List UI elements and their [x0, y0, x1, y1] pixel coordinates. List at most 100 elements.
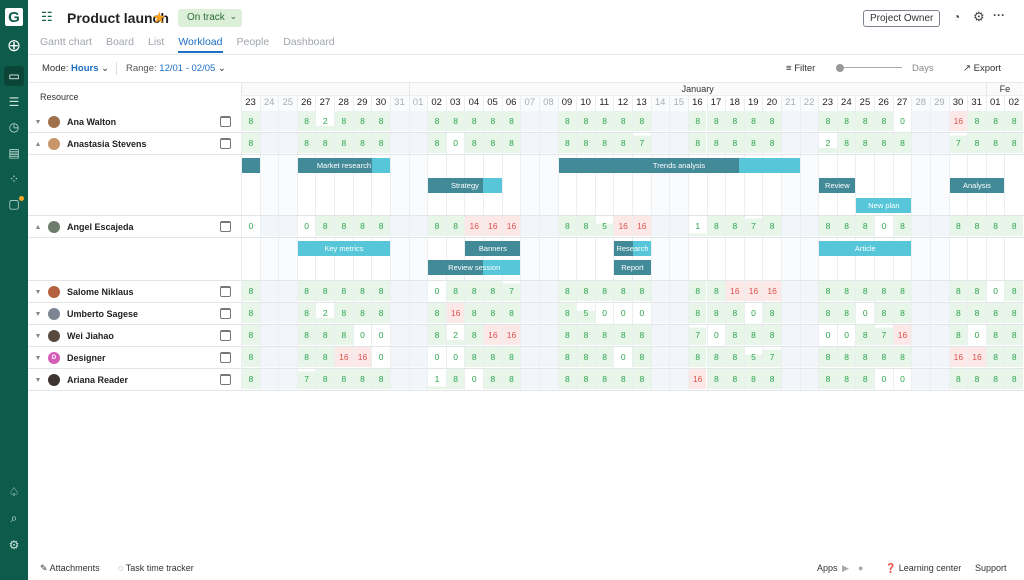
hours-cell[interactable]: 8 [707, 216, 726, 236]
hours-cell[interactable]: 8 [763, 303, 781, 323]
time-tracker-link[interactable]: ◌ Task time tracker [118, 563, 194, 573]
hours-cell[interactable]: 8 [353, 303, 372, 323]
expand-icon[interactable]: ▼ [28, 333, 48, 340]
tab-dashboard[interactable]: Dashboard [283, 36, 334, 53]
hours-cell[interactable]: 8 [949, 325, 968, 345]
hours-cell[interactable]: 8 [688, 303, 707, 323]
gear-icon[interactable]: ⚙ [973, 9, 985, 25]
hours-cell[interactable]: 8 [1005, 303, 1024, 323]
hours-cell[interactable]: 8 [242, 111, 260, 131]
hours-cell[interactable]: 7 [763, 347, 781, 367]
hours-cell[interactable]: 16 [763, 281, 781, 301]
history-icon[interactable]: ◔ [953, 10, 960, 24]
hours-cell[interactable]: 8 [893, 281, 912, 301]
task-bar[interactable]: Key metrics [297, 241, 390, 256]
hours-cell[interactable]: 8 [763, 216, 781, 236]
hours-cell[interactable]: 8 [297, 347, 316, 367]
calendar-icon[interactable] [220, 308, 231, 319]
hours-cell[interactable]: 8 [707, 111, 726, 131]
hours-cell[interactable]: 16 [688, 369, 707, 389]
hours-cell[interactable]: 2 [316, 303, 335, 323]
hours-cell[interactable]: 8 [856, 216, 875, 236]
tab-board[interactable]: Board [106, 36, 134, 53]
hours-cell[interactable]: 0 [428, 347, 446, 367]
hours-cell[interactable]: 8 [837, 111, 856, 131]
add-icon[interactable]: ⊕ [4, 36, 24, 56]
hours-cell[interactable]: 8 [372, 216, 390, 236]
expand-icon[interactable]: ▼ [28, 311, 48, 318]
hours-cell[interactable]: 8 [893, 303, 912, 323]
hours-cell[interactable]: 8 [465, 111, 484, 131]
collapse-icon[interactable]: ▲ [28, 141, 48, 148]
hours-cell[interactable]: 8 [242, 303, 260, 323]
hours-cell[interactable]: 8 [819, 369, 837, 389]
hours-cell[interactable]: 8 [707, 281, 726, 301]
export-button[interactable]: ↗ Export [963, 63, 1001, 74]
hours-cell[interactable]: 8 [242, 325, 260, 345]
hours-cell[interactable]: 8 [744, 369, 763, 389]
hours-cell[interactable]: 5 [577, 303, 595, 323]
hours-cell[interactable]: 16 [633, 216, 651, 236]
hours-cell[interactable]: 16 [744, 281, 763, 301]
hours-cell[interactable]: 8 [595, 369, 614, 389]
learning-center-link[interactable]: ❓ Learning center [885, 563, 961, 574]
tab-gantt-chart[interactable]: Gantt chart [40, 36, 92, 53]
hours-cell[interactable]: 8 [726, 303, 744, 323]
hours-cell[interactable]: 8 [949, 369, 968, 389]
hours-cell[interactable]: 16 [502, 325, 521, 345]
hours-cell[interactable]: 8 [968, 369, 986, 389]
hours-cell[interactable]: 8 [763, 369, 781, 389]
hours-cell[interactable]: 8 [819, 216, 837, 236]
hours-cell[interactable]: 8 [372, 111, 390, 131]
task-bar[interactable] [242, 158, 260, 173]
hours-cell[interactable]: 8 [372, 369, 390, 389]
hours-cell[interactable]: 8 [763, 133, 781, 153]
hours-cell[interactable]: 8 [875, 111, 893, 131]
hours-cell[interactable]: 0 [894, 369, 912, 389]
hours-cell[interactable]: 8 [484, 347, 502, 367]
hours-cell[interactable]: 8 [502, 369, 521, 389]
hours-cell[interactable]: 16 [502, 216, 521, 236]
hours-cell[interactable]: 8 [484, 281, 502, 301]
hours-cell[interactable]: 8 [297, 111, 316, 131]
hours-cell[interactable]: 8 [577, 216, 595, 236]
hours-cell[interactable]: 8 [688, 347, 707, 367]
mode-selector[interactable]: Mode: Hours ⌄ [42, 63, 109, 74]
hours-cell[interactable]: 8 [446, 281, 465, 301]
hours-cell[interactable]: 8 [837, 369, 856, 389]
hours-cell[interactable]: 8 [986, 325, 1005, 345]
hours-cell[interactable]: 8 [353, 369, 372, 389]
calendar-icon[interactable] [220, 138, 231, 149]
hours-cell[interactable]: 8 [446, 111, 465, 131]
hours-cell[interactable]: 0 [633, 303, 651, 323]
hours-cell[interactable]: 8 [316, 281, 335, 301]
hours-cell[interactable]: 8 [763, 325, 781, 345]
hours-cell[interactable]: 8 [316, 347, 335, 367]
hours-cell[interactable]: 8 [242, 369, 260, 389]
hours-cell[interactable]: 8 [558, 347, 577, 367]
hours-cell[interactable]: 8 [372, 133, 390, 153]
hours-cell[interactable]: 8 [856, 369, 875, 389]
hours-cell[interactable]: 8 [316, 133, 335, 153]
hours-cell[interactable]: 16 [726, 281, 744, 301]
resource-row[interactable]: ▲ Anastasia Stevens [28, 133, 241, 155]
hours-cell[interactable]: 8 [465, 303, 484, 323]
task-bar[interactable]: Market research [297, 158, 390, 173]
hours-cell[interactable]: 0 [614, 303, 632, 323]
hours-cell[interactable]: 8 [428, 111, 446, 131]
hours-cell[interactable]: 0 [745, 303, 763, 323]
hours-cell[interactable]: 8 [335, 133, 353, 153]
hours-cell[interactable]: 8 [316, 369, 335, 389]
hours-cell[interactable]: 8 [316, 325, 335, 345]
hours-cell[interactable]: 0 [875, 369, 893, 389]
hours-cell[interactable]: 8 [297, 133, 316, 153]
hours-cell[interactable]: 8 [595, 325, 614, 345]
task-bar[interactable]: Review [819, 178, 856, 193]
google-play-icon[interactable]: ▶ [842, 563, 849, 574]
task-bar[interactable]: New plan [856, 198, 912, 213]
task-bar[interactable]: Review session [428, 260, 521, 275]
hours-cell[interactable]: 16 [614, 216, 632, 236]
hours-cell[interactable]: 7 [688, 325, 707, 345]
hours-cell[interactable]: 8 [502, 303, 521, 323]
hours-cell[interactable]: 16 [446, 303, 465, 323]
